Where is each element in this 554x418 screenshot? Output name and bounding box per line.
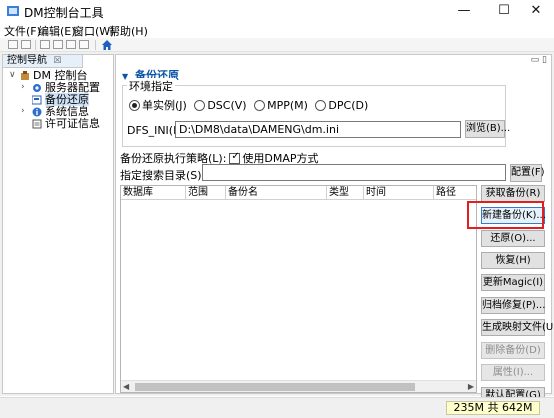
window-title: DM控制台工具 xyxy=(24,6,104,20)
use-dmap-checkbox[interactable] xyxy=(229,151,241,164)
recover-button[interactable]: 恢复(H) xyxy=(481,252,545,269)
title-bar: DM控制台工具 — ☐ ✕ xyxy=(0,0,554,22)
generate-mapping-button[interactable]: 生成映射文件(U) xyxy=(481,319,554,336)
environment-group-label: 环境指定 xyxy=(127,78,175,94)
radio-dsc[interactable]: DSC(V) xyxy=(194,99,250,112)
tree-item-license-info[interactable]: 许可证信息 xyxy=(21,117,113,130)
cut-icon[interactable] xyxy=(40,40,50,49)
mode-radio-group: 单实例(J) DSC(V) MPP(M) DPC(D) xyxy=(129,97,372,112)
backup-table[interactable]: 数据库 范围 备份名 类型 时间 路径 ◀ ▶ xyxy=(120,185,477,393)
menu-file[interactable]: 文件(F) xyxy=(4,23,41,39)
delete-backup-button[interactable]: 删除备份(D) xyxy=(481,342,545,359)
tab-label: 控制导航 xyxy=(7,55,47,66)
column-header-path[interactable]: 路径 xyxy=(434,186,476,200)
search-directory-label: 指定搜索目录(S): xyxy=(120,169,206,182)
search-directory-input[interactable] xyxy=(202,164,506,181)
horizontal-scrollbar[interactable]: ◀ ▶ xyxy=(121,380,476,392)
minimize-button[interactable]: — xyxy=(444,0,484,22)
delete-icon[interactable] xyxy=(79,40,89,49)
browse-button[interactable]: 浏览(B)... xyxy=(465,120,510,138)
radio-button[interactable] xyxy=(129,100,140,111)
panel-window-controls[interactable]: ▭ ▯ xyxy=(531,55,547,65)
toolbar-separator xyxy=(35,40,36,50)
paste-icon[interactable] xyxy=(66,40,76,49)
gear-icon xyxy=(33,84,41,92)
close-button[interactable]: ✕ xyxy=(516,0,554,22)
radio-button[interactable] xyxy=(194,100,206,111)
dfs-ini-input[interactable] xyxy=(175,121,461,138)
status-bar: 235M 共 642M xyxy=(0,397,554,418)
restore-button[interactable]: 还原(O)... xyxy=(481,230,545,247)
console-icon xyxy=(21,71,29,80)
radio-button[interactable] xyxy=(315,100,327,111)
scroll-right-icon[interactable]: ▶ xyxy=(468,381,474,392)
column-header-type[interactable]: 类型 xyxy=(327,186,364,200)
scrollbar-thumb[interactable] xyxy=(135,383,415,391)
tab-control-navigation[interactable]: 控制导航 ☒ xyxy=(3,55,83,68)
app-icon xyxy=(7,6,19,16)
column-header-database[interactable]: 数据库 xyxy=(121,186,186,200)
scroll-left-icon[interactable]: ◀ xyxy=(123,381,129,392)
column-header-scope[interactable]: 范围 xyxy=(186,186,226,200)
menu-edit[interactable]: 编辑(E) xyxy=(38,23,76,39)
archive-repair-button[interactable]: 归档修复(P)... xyxy=(481,297,545,314)
toolbar xyxy=(0,38,554,52)
radio-label: 单实例(J) xyxy=(142,99,187,112)
highlight-annotation xyxy=(467,201,544,229)
radio-mpp[interactable]: MPP(M) xyxy=(254,99,312,112)
info-icon xyxy=(32,107,42,117)
column-header-time[interactable]: 时间 xyxy=(364,186,434,200)
environment-group: 环境指定 单实例(J) DSC(V) MPP(M) DPC(D) DFS_INI… xyxy=(122,78,510,147)
license-icon xyxy=(32,119,42,129)
collapse-icon[interactable]: ∨ xyxy=(9,69,18,82)
new-icon[interactable] xyxy=(8,40,18,49)
column-header-backup-name[interactable]: 备份名 xyxy=(226,186,327,200)
config-button[interactable]: 配置(F) xyxy=(510,164,545,182)
save-icon[interactable] xyxy=(21,40,31,49)
menu-bar: 文件(F) 编辑(E) 窗口(W) 帮助(H) xyxy=(0,22,554,38)
radio-single-instance[interactable]: 单实例(J) xyxy=(129,99,191,112)
properties-button[interactable]: 属性(I)... xyxy=(481,364,545,381)
radio-label: MPP(M) xyxy=(267,99,308,112)
navigation-panel: 控制导航 ☒ ∨ DM 控制台 › 服务器配置 备份还原 › 系统信息 许可证信… xyxy=(2,54,114,394)
memory-usage-indicator[interactable]: 235M 共 642M xyxy=(446,401,540,415)
backup-icon xyxy=(32,95,42,105)
radio-label: DSC(V) xyxy=(207,99,247,112)
get-backup-button[interactable]: 获取备份(R) xyxy=(481,185,545,202)
copy-icon[interactable] xyxy=(53,40,63,49)
update-magic-button[interactable]: 更新Magic(I) xyxy=(481,274,545,291)
home-icon[interactable] xyxy=(101,39,113,51)
radio-dpc[interactable]: DPC(D) xyxy=(315,99,372,112)
menu-help[interactable]: 帮助(H) xyxy=(109,23,148,39)
tree-item-label: 许可证信息 xyxy=(45,117,100,130)
radio-label: DPC(D) xyxy=(328,99,369,112)
tab-close-icon[interactable]: ☒ xyxy=(53,56,61,66)
toolbar-separator xyxy=(95,40,96,50)
radio-button[interactable] xyxy=(254,100,266,111)
